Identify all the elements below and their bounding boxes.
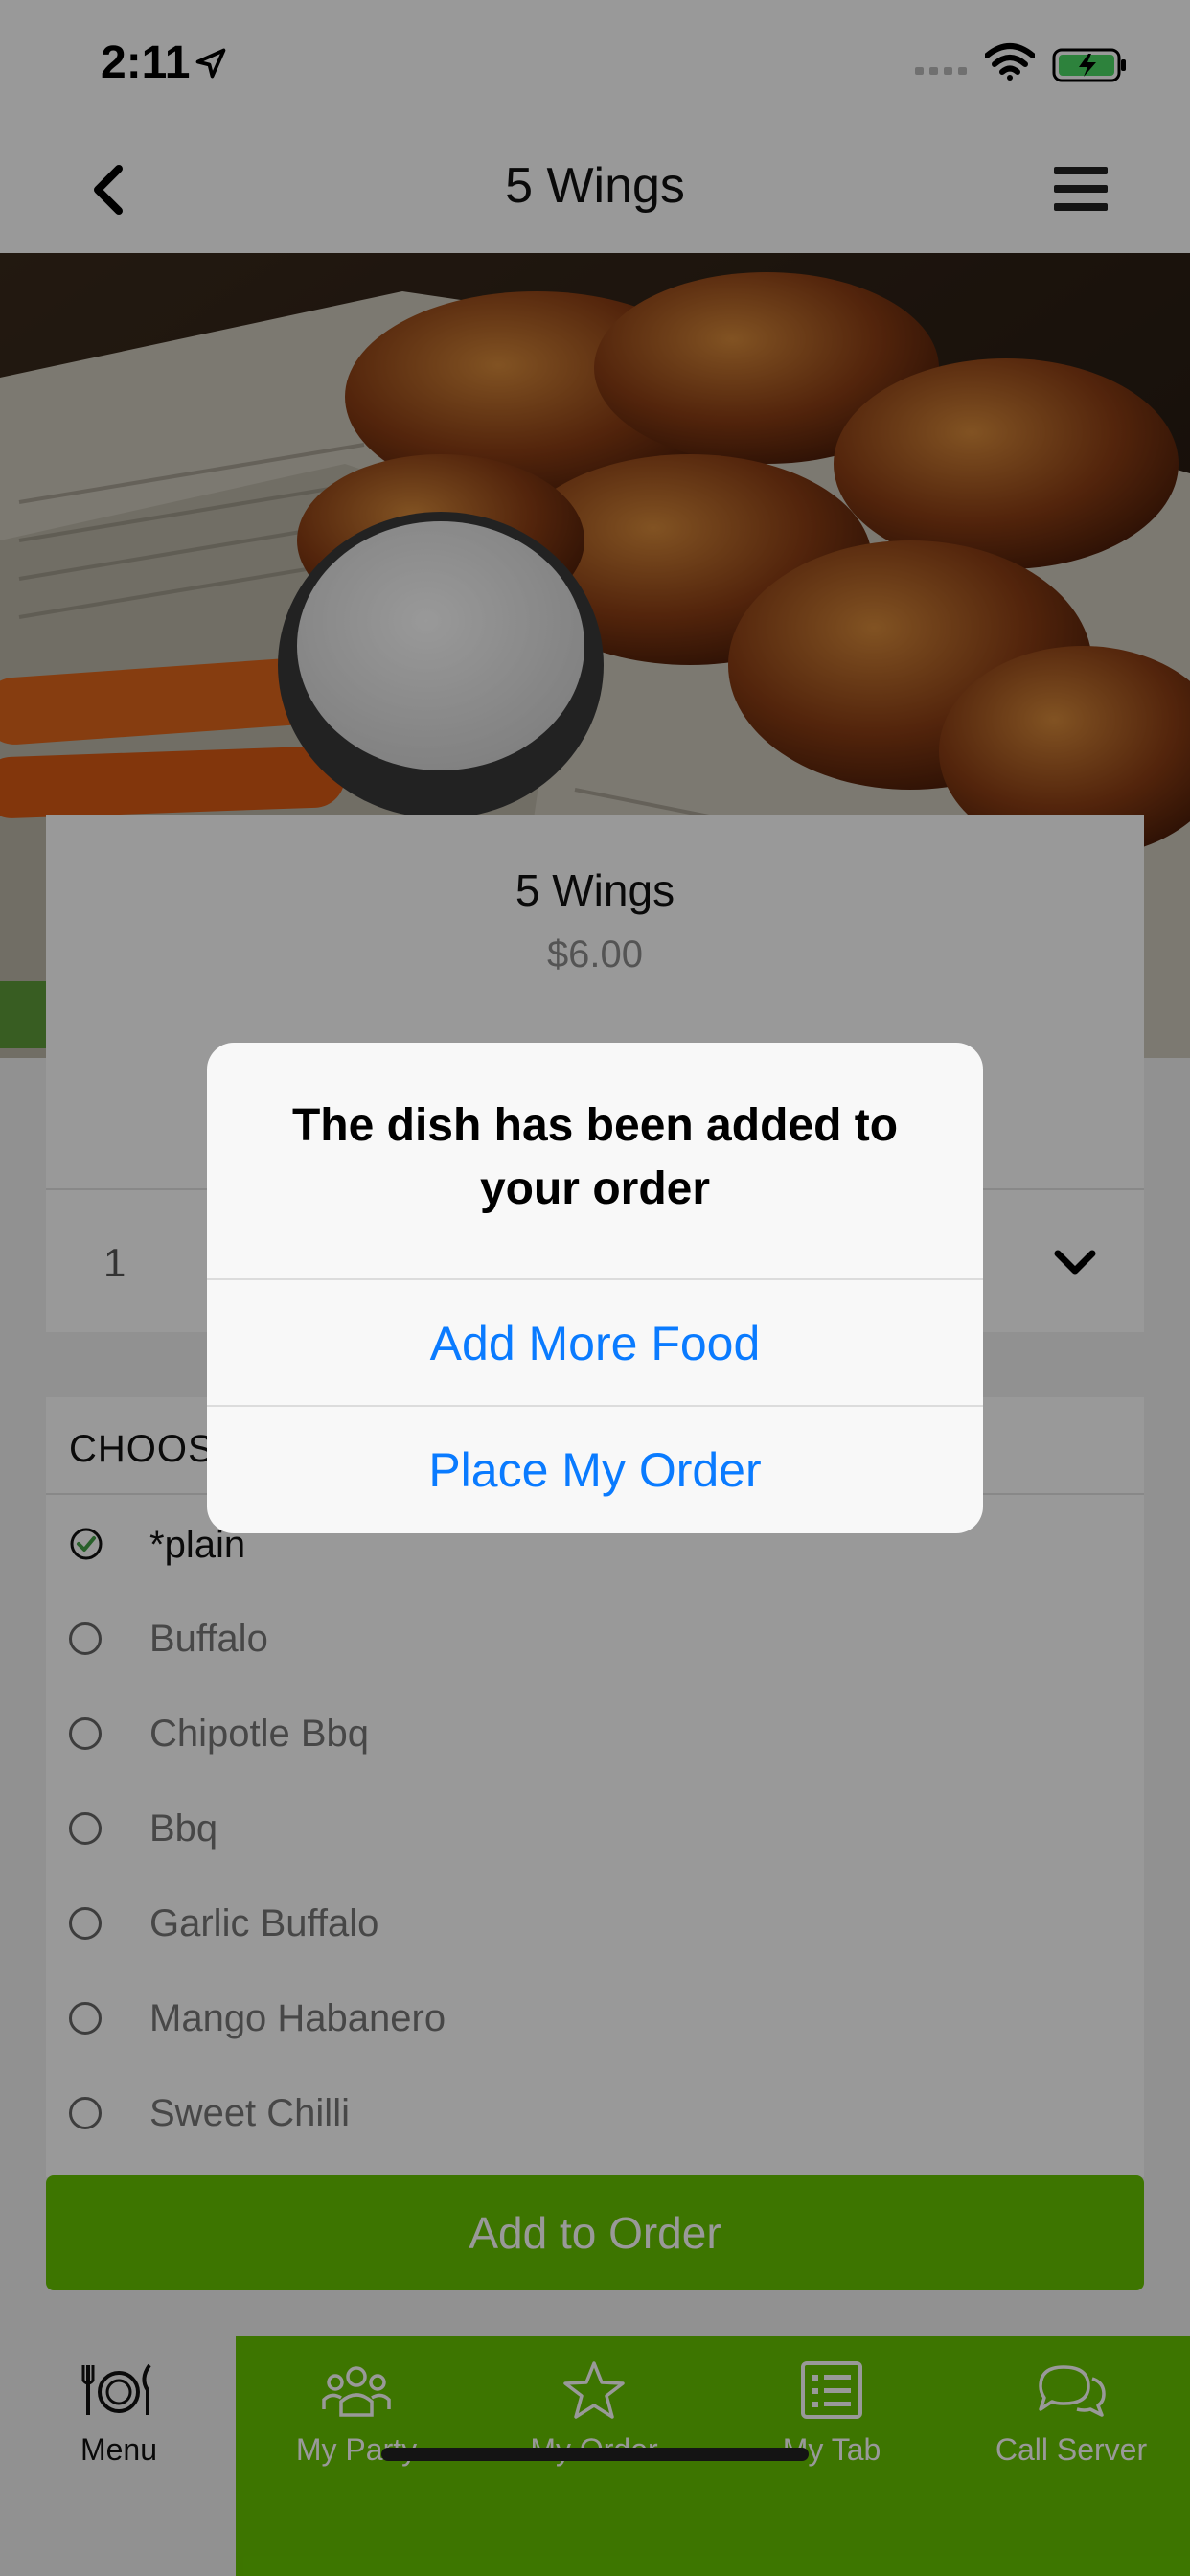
place-my-order-button[interactable]: Place My Order [207, 1405, 983, 1533]
add-more-food-button[interactable]: Add More Food [207, 1278, 983, 1407]
alert-title: The dish has been added to your order [291, 1100, 899, 1214]
order-confirmation-alert: The dish has been added to your order Ad… [207, 1043, 983, 1533]
